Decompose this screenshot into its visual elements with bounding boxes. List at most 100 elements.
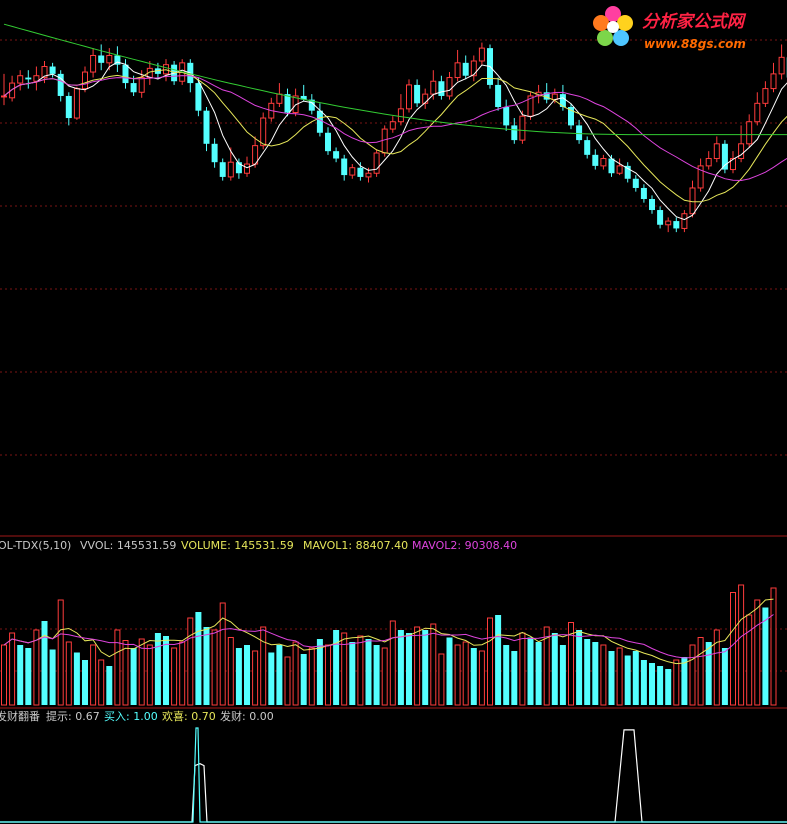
watermark-site-name: 分析家公式网: [642, 12, 747, 32]
mairu-label: 买入: 1.00: [104, 710, 158, 723]
candle-body-up: [1, 95, 7, 98]
candle-body-up: [519, 115, 526, 141]
volume-bar-up: [519, 632, 526, 706]
volume-bar-down: [681, 657, 688, 705]
volume-bar-up: [227, 637, 234, 706]
volume-bar-up: [138, 638, 145, 706]
candle-body-up: [389, 121, 396, 130]
candle-body-down: [130, 83, 137, 93]
candle-body-up: [770, 73, 777, 90]
candle-body-up: [17, 75, 24, 84]
volume-bar-up: [754, 599, 761, 706]
candle-body-up: [381, 128, 388, 154]
candle-body-down: [592, 154, 599, 166]
volume-bar-down: [106, 666, 113, 705]
volume-bar-up: [414, 626, 421, 706]
candle-body-down: [49, 66, 56, 74]
volume-bar-down: [333, 630, 340, 705]
candle-body-down: [576, 125, 583, 141]
volume-bar-down: [551, 633, 558, 705]
volume-bar-up: [211, 629, 218, 706]
volume-bar-up: [770, 587, 777, 706]
candle-body-up: [454, 62, 461, 79]
candle-body-up: [276, 93, 283, 104]
volume-label: VOLUME: 145531.59: [181, 539, 294, 552]
candle-body-down: [462, 62, 469, 76]
volume-bar-down: [535, 642, 542, 705]
volume-bar-up: [252, 650, 259, 706]
volume-bar-up: [57, 599, 64, 706]
candle-body-down: [584, 140, 591, 155]
volume-bar-down: [373, 645, 380, 705]
candle-body-down: [640, 187, 647, 199]
volume-bar-up: [1, 644, 7, 706]
candle-body-up: [665, 220, 672, 226]
candle-body-down: [325, 132, 331, 152]
candle-body-down: [414, 84, 421, 104]
candle-body-down: [511, 125, 518, 141]
candle-body-down: [98, 55, 105, 63]
volume-bar-up: [179, 641, 186, 706]
candle-body-down: [65, 95, 72, 119]
volume-bar-down: [276, 645, 283, 705]
candle-body-down: [632, 178, 639, 188]
candle-body-up: [82, 71, 88, 90]
volume-bar-up: [738, 584, 745, 706]
candle-body-up: [616, 165, 623, 174]
candle-body-down: [649, 199, 655, 211]
volume-bar-up: [325, 644, 331, 706]
candle-body-up: [397, 108, 404, 123]
volume-bar-down: [365, 639, 372, 705]
candle-body-up: [446, 77, 453, 97]
volume-bar-up: [487, 617, 493, 706]
volume-bar-down: [511, 651, 518, 705]
volume-bar-up: [689, 644, 696, 706]
candle-body-up: [260, 117, 267, 147]
volume-bar-down: [705, 642, 712, 705]
volume-bar-up: [381, 647, 388, 706]
candle-body-up: [705, 158, 712, 167]
volume-bar-down: [235, 648, 242, 705]
volume-bar-up: [746, 614, 753, 706]
volume-bar-down: [470, 648, 477, 705]
volume-bar-down: [624, 655, 631, 705]
candle-body-up: [689, 187, 696, 215]
volume-bar-down: [41, 621, 48, 705]
volume-bar-down: [73, 652, 80, 705]
candle-body-down: [122, 64, 129, 84]
candle-body-up: [478, 47, 485, 62]
volume-bar-down: [203, 627, 210, 705]
volume-bar-down: [397, 630, 404, 705]
volume-indicator-name: OL-TDX(5,10): [0, 539, 71, 552]
volume-bar-up: [389, 620, 396, 706]
volume-bar-down: [163, 636, 169, 705]
candle-body-up: [365, 172, 372, 178]
candle-body-down: [673, 221, 680, 229]
volume-bar-down: [657, 666, 664, 705]
watermark-logo: 分析家公式网 www.88gs.com: [593, 6, 747, 51]
candle-body-up: [227, 161, 234, 178]
candle-body-up: [406, 84, 412, 110]
volume-bar-up: [357, 635, 364, 706]
volume-bar-down: [130, 648, 137, 705]
candle-body-down: [341, 158, 348, 176]
candle-body-up: [163, 64, 169, 75]
volume-bar-down: [608, 651, 615, 705]
volume-bar-down: [503, 645, 510, 705]
watermark-url: www.88gs.com: [644, 37, 746, 51]
volume-bar-down: [316, 639, 323, 705]
candle-body-up: [106, 54, 113, 64]
volume-bar-up: [462, 641, 469, 706]
volume-bar-up: [146, 644, 153, 706]
candle-body-up: [762, 88, 769, 104]
volume-bar-up: [438, 653, 445, 706]
candle-body-up: [244, 163, 250, 174]
candle-body-down: [25, 77, 32, 80]
volume-bar-down: [82, 660, 88, 705]
volume-bar-down: [721, 648, 728, 705]
facai-label: 发财: 0.00: [220, 709, 274, 723]
volume-bar-down: [640, 660, 647, 705]
candle-body-down: [195, 83, 202, 111]
volume-bar-down: [154, 633, 161, 705]
volume-bar-up: [98, 659, 105, 706]
